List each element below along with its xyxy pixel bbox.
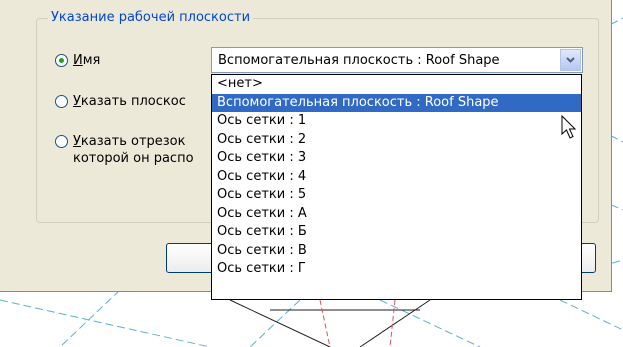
option-pick-line-label: Указать отрезок которой он распо [73, 134, 194, 166]
list-item[interactable]: Ось сетки : А [212, 205, 581, 224]
list-item[interactable]: Ось сетки : Г [212, 260, 581, 279]
combo-dropdown-list: <нет> Вспомогательная плоскость : Roof S… [211, 74, 582, 300]
radio-pick-plane[interactable] [55, 95, 68, 108]
plane-name-combo[interactable]: Вспомогательная плоскость : Roof Shape [211, 47, 583, 73]
list-item[interactable]: Вспомогательная плоскость : Roof Shape [212, 93, 581, 112]
arrow-cursor-icon [561, 115, 577, 139]
radio-pick-line[interactable] [55, 135, 68, 148]
combo-dropdown-button[interactable] [560, 49, 581, 71]
list-item[interactable]: Ось сетки : 3 [212, 149, 581, 168]
chevron-down-icon [566, 57, 575, 63]
option-pick-plane-label: Указать плоскос [73, 94, 186, 109]
option-name[interactable]: Имя [55, 52, 100, 69]
list-item[interactable]: Ось сетки : Б [212, 223, 581, 242]
list-item[interactable]: Ось сетки : В [212, 242, 581, 261]
option-pick-plane[interactable]: Указать плоскос [55, 93, 186, 110]
list-item[interactable]: <нет> [212, 75, 581, 94]
list-item[interactable]: Ось сетки : 4 [212, 168, 581, 187]
list-item[interactable]: Ось сетки : 1 [212, 112, 581, 131]
combo-selected-value: Вспомогательная плоскость : Roof Shape [218, 53, 500, 68]
option-pick-line[interactable]: Указать отрезок которой он распо [55, 133, 223, 167]
list-item[interactable]: Ось сетки : 5 [212, 186, 581, 205]
list-item[interactable]: Ось сетки : 2 [212, 131, 581, 150]
groupbox-title: Указание рабочей плоскости [48, 9, 254, 27]
radio-name[interactable] [55, 54, 68, 67]
option-name-label: Имя [73, 53, 101, 68]
